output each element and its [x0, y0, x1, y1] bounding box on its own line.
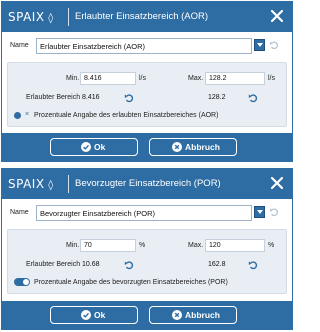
ok-label: Ok	[94, 142, 106, 152]
cancel-circle-icon	[172, 142, 182, 152]
name-row: Name	[2, 36, 292, 56]
chevron-down-icon[interactable]	[254, 39, 265, 51]
max-input[interactable]	[205, 72, 265, 85]
min-unit: %	[139, 242, 146, 249]
close-icon[interactable]	[269, 8, 285, 24]
title-separator	[68, 8, 69, 26]
cancel-label: Abbruch	[185, 310, 220, 320]
dialog-title: Bevorzugter Einsatzbereich (POR)	[75, 178, 221, 189]
cancel-label: Abbruch	[185, 142, 220, 152]
name-label: Name	[10, 42, 29, 49]
name-input[interactable]	[36, 205, 252, 221]
chevron-down-icon[interactable]	[254, 206, 265, 218]
button-bar: Ok Abbruch	[2, 301, 292, 329]
ok-button[interactable]: Ok	[50, 306, 138, 324]
dialog-title: Erlaubter Einsatzbereich (AOR)	[75, 11, 209, 22]
min-label: Min.	[66, 75, 80, 82]
por-dialog: SPAIX ◊ Bevorzugter Einsatzbereich (POR)…	[1, 168, 293, 330]
ok-button[interactable]: Ok	[50, 138, 138, 156]
spaix-logo: SPAIX ◊	[8, 177, 54, 191]
allowed-max-value: 128.2	[208, 94, 226, 101]
name-row: Name	[2, 203, 292, 223]
check-circle-icon	[81, 142, 91, 152]
min-input[interactable]	[80, 239, 136, 252]
max-unit: %	[268, 242, 275, 249]
title-separator	[68, 175, 69, 193]
button-bar: Ok Abbruch	[2, 133, 292, 161]
check-circle-icon	[81, 310, 91, 320]
cancel-button[interactable]: Abbruch	[149, 306, 237, 324]
min-label: Min.	[66, 242, 80, 249]
title-bar: SPAIX ◊ Erlaubter Einsatzbereich (AOR)	[2, 2, 292, 32]
undo-icon[interactable]	[248, 93, 258, 103]
allowed-range-label: Erlaubter Bereich	[26, 94, 81, 101]
range-panel: Min. % Max. % Erlaubter Bereich 10.68 16…	[7, 229, 287, 294]
percent-mark: ×	[25, 111, 30, 118]
percent-label: Prozentuale Angabe des bevorzugten Einsa…	[34, 279, 228, 286]
max-unit: l/s	[268, 75, 275, 82]
undo-icon[interactable]	[124, 93, 134, 103]
allowed-max-value: 162.8	[208, 261, 226, 268]
undo-icon[interactable]	[124, 260, 134, 270]
cancel-button[interactable]: Abbruch	[149, 138, 237, 156]
allowed-range-label: Erlaubter Bereich	[26, 261, 81, 268]
spaix-logo: SPAIX ◊	[8, 10, 54, 24]
allowed-min-value: 8.416	[82, 94, 100, 101]
min-unit: l/s	[139, 75, 146, 82]
min-input[interactable]	[80, 72, 136, 85]
max-label: Max.	[188, 242, 204, 249]
aor-dialog: SPAIX ◊ Erlaubter Einsatzbereich (AOR) N…	[1, 1, 293, 162]
percent-toggle[interactable]	[14, 278, 30, 286]
range-panel: Min. l/s Max. l/s Erlaubter Bereich 8.41…	[7, 62, 287, 127]
undo-icon	[270, 208, 279, 217]
undo-icon[interactable]	[248, 260, 258, 270]
max-input[interactable]	[205, 239, 265, 252]
percent-label: Prozentuale Angabe des erlaubten Einsatz…	[34, 112, 219, 119]
undo-icon	[270, 41, 279, 50]
max-label: Max.	[188, 75, 204, 82]
ok-label: Ok	[94, 310, 106, 320]
percent-toggle[interactable]	[14, 112, 21, 119]
title-bar: SPAIX ◊ Bevorzugter Einsatzbereich (POR)	[2, 169, 292, 199]
name-label: Name	[10, 209, 29, 216]
name-input[interactable]	[36, 38, 252, 54]
cancel-circle-icon	[172, 310, 182, 320]
allowed-min-value: 10.68	[82, 261, 100, 268]
close-icon[interactable]	[269, 175, 285, 191]
